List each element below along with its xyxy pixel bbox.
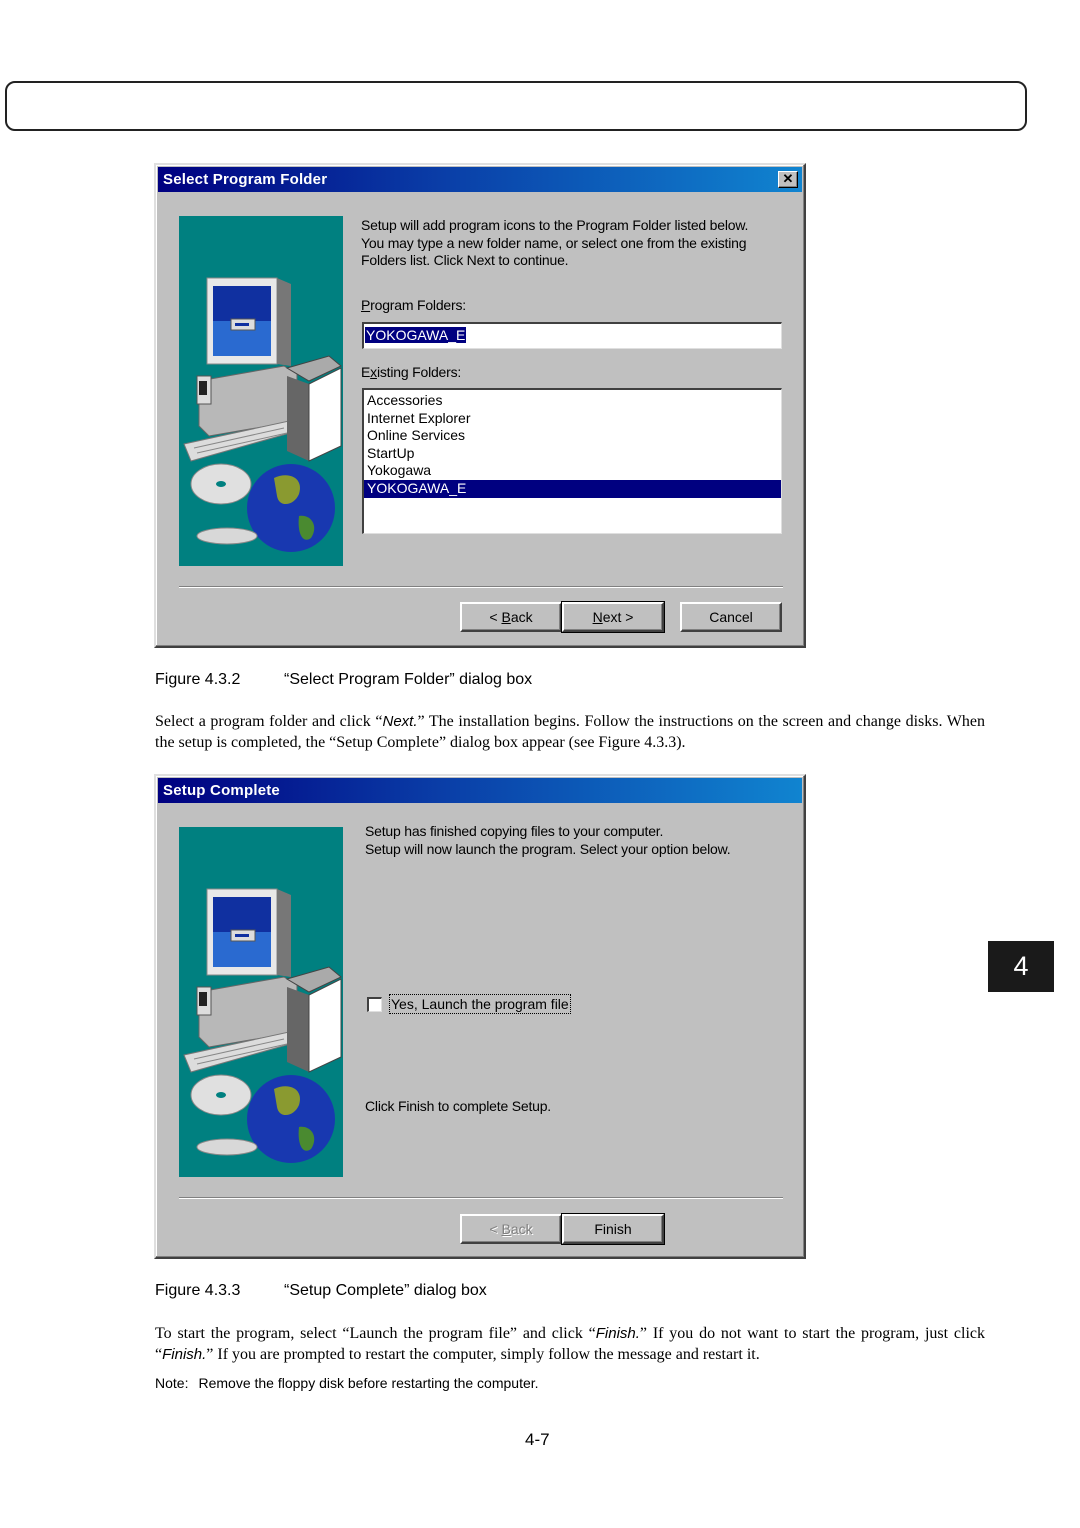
dialog-title: Select Program Folder <box>163 171 328 188</box>
instruction-line: You may type a new folder name, or selec… <box>361 234 747 251</box>
back-button[interactable]: < Back <box>460 602 562 632</box>
back-button: < Back <box>460 1214 562 1244</box>
figure-title: “Select Program Folder” dialog box <box>284 671 533 688</box>
close-button[interactable]: ✕ <box>778 171 798 188</box>
dialog-message: Setup has finished copying files to your… <box>365 823 731 858</box>
select-program-folder-dialog: Select Program Folder ✕ Setup will add p… <box>154 163 806 648</box>
dialog-instructions: Setup will add program icons to the Prog… <box>361 217 748 270</box>
chapter-number: 4 <box>1013 951 1029 981</box>
page-header-frame <box>5 81 1027 131</box>
list-item-online-services[interactable]: Online Services <box>364 427 781 445</box>
finish-hint: Click Finish to complete Setup. <box>365 1098 551 1114</box>
computer-cd-globe-icon <box>183 277 342 552</box>
list-item-internet-explorer[interactable]: Internet Explorer <box>364 410 781 428</box>
setup-illustration <box>179 216 343 566</box>
instruction-paragraph-2: To start the program, select “Launch the… <box>155 1325 985 1363</box>
launch-program-checkbox[interactable] <box>367 997 382 1012</box>
instruction-line: Folders list. Click Next to continue. <box>361 252 569 268</box>
program-folder-value: YOKOGAWA_E <box>365 327 467 343</box>
dialog-title-bar[interactable]: Setup Complete <box>158 778 802 803</box>
message-line: Setup will now launch the program. Selec… <box>365 840 731 857</box>
close-icon: ✕ <box>782 171 794 186</box>
figure-caption-4-3-3: Figure 4.3.3 “Setup Complete” dialog box <box>155 1282 487 1300</box>
chapter-tab: 4 <box>988 941 1054 992</box>
button-separator <box>179 1197 783 1199</box>
existing-folders-label: Existing Folders: <box>361 364 462 380</box>
note-text: Remove the floppy disk before restarting… <box>198 1375 539 1391</box>
note: Note: Remove the floppy disk before resta… <box>155 1375 539 1391</box>
next-button[interactable]: Next > <box>561 601 665 633</box>
list-item-startup[interactable]: StartUp <box>364 445 781 463</box>
figure-caption-4-3-2: Figure 4.3.2 “Select Program Folder” dia… <box>155 671 532 689</box>
setup-complete-dialog: Setup Complete Setup has finished copyin… <box>154 774 806 1259</box>
launch-program-label[interactable]: Yes, Launch the program file <box>389 994 571 1014</box>
page-number: 4-7 <box>525 1430 550 1449</box>
finish-button[interactable]: Finish <box>561 1213 665 1245</box>
setup-illustration <box>179 827 343 1177</box>
program-folder-input[interactable]: YOKOGAWA_E <box>362 322 782 349</box>
figure-number: Figure 4.3.3 <box>155 1282 241 1299</box>
instruction-line: Setup will add program icons to the Prog… <box>361 217 749 233</box>
figure-title: “Setup Complete” dialog box <box>284 1282 487 1299</box>
message-line: Setup has finished copying files to your… <box>365 823 664 839</box>
list-item-yokogawa[interactable]: Yokogawa <box>364 462 781 480</box>
dialog-title-bar[interactable]: Select Program Folder ✕ <box>158 167 802 192</box>
program-folders-label: Program Folders: <box>361 297 466 313</box>
dialog-title: Setup Complete <box>163 782 280 799</box>
cancel-button[interactable]: Cancel <box>680 602 782 632</box>
instruction-paragraph-1: Select a program folder and click “Next.… <box>155 713 985 751</box>
list-item-accessories[interactable]: Accessories <box>364 392 781 410</box>
existing-folders-list[interactable]: Accessories Internet Explorer Online Ser… <box>362 388 782 534</box>
list-item-yokogawa-e[interactable]: YOKOGAWA_E <box>364 479 781 498</box>
figure-number: Figure 4.3.2 <box>155 671 241 688</box>
note-label: Note: <box>155 1375 189 1391</box>
computer-cd-globe-icon <box>183 888 342 1163</box>
button-separator <box>179 586 783 588</box>
